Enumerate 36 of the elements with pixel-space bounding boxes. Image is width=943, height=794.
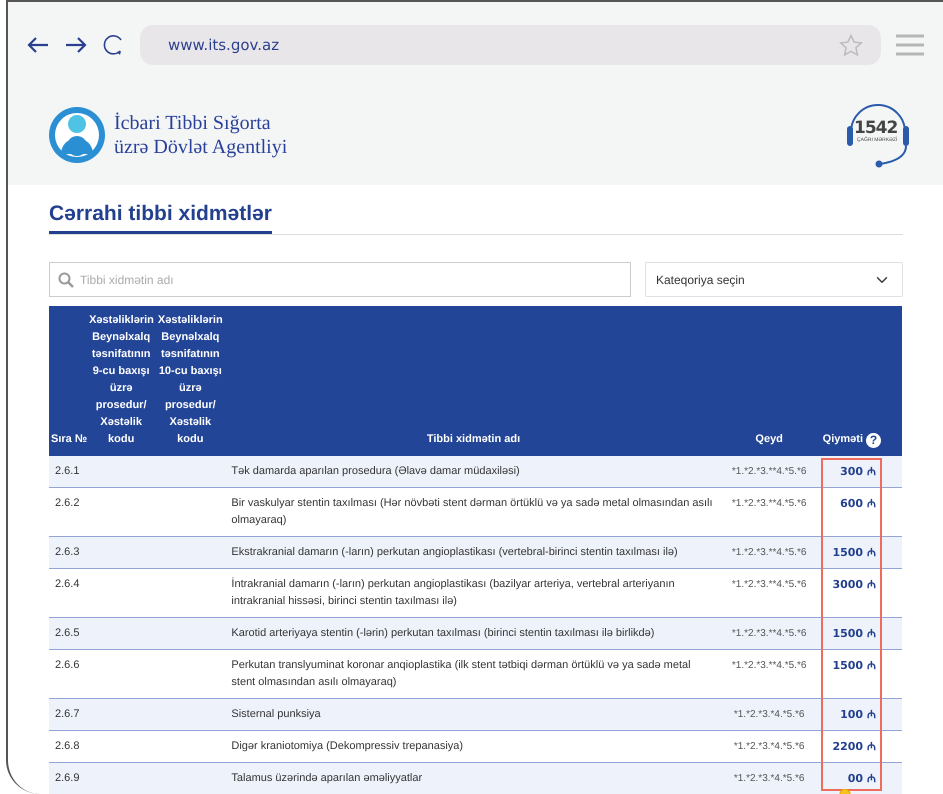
category-select[interactable]: Kateqoriya seçin (645, 262, 903, 298)
table-cell: Ekstrakranial damarın (-ların) perkutan angioplastikası (vertebral-birinci stentin taxılması ilə) (225, 536, 722, 569)
column-header: Tibbi xidmətin adı (225, 306, 722, 456)
forward-button[interactable] (64, 36, 88, 54)
column-header: Qiymәti (822, 433, 864, 446)
table-cell: 2.6.7 (49, 698, 88, 731)
search-field[interactable]: Tibbi xidmətin adı (49, 262, 631, 298)
organization-name: İcbari Tibbi Sığorta üzrə Dövlət Agentliyi (114, 111, 288, 159)
back-button[interactable] (26, 36, 50, 54)
price-cell: 1500 ₼ (816, 536, 887, 569)
column-header: Xəstəliklərin Beynəlxalq təsnifatının 9-cu baxışı üzrə prosedur/ Xəstəlik kodu (87, 306, 156, 456)
table-cell: 2.6.9 (49, 762, 88, 794)
table-cell: *1.*2.*3.*4.*5.*6 (722, 698, 817, 731)
table-cell: Sisternal punksiya (225, 698, 722, 731)
price-cell: 100 ₼ (816, 698, 887, 731)
table-cell: 2.6.3 (49, 536, 88, 569)
logo-icon (48, 106, 106, 164)
table-cell: Karotid arteriyaya stentin (-lərin) perkutan taxılması (birinci stentin taxılması ilə birlikdə) (225, 618, 722, 650)
table-cell: Talamus üzərində aparılan əməliyyatlar (225, 762, 722, 794)
table-cell: 2.6.1 (49, 456, 88, 488)
price-cell: 1500 ₼ (816, 618, 887, 650)
page-title: Cərrahi tibbi xidmətlər (49, 201, 272, 234)
help-icon[interactable]: ? (866, 433, 882, 448)
table-cell: *1.*2.*3.**4.*5.*6 (722, 536, 817, 569)
address-bar[interactable]: www.its.gov.az (140, 25, 881, 65)
column-header: Xəstəliklərin Beynəlxalq təsnifatının 10-cu baxışı üzrə prosedur/ Xəstəlik kodu (155, 306, 226, 456)
search-icon (58, 272, 74, 288)
column-header: Qeyd (722, 306, 817, 456)
table-cell: Tək damarda aparılan prosedura (Əlavə damar müdaxiləsi) (225, 456, 722, 488)
star-icon[interactable] (839, 34, 863, 56)
column-header: Sıra № (49, 306, 88, 456)
table-cell: *1.*2.*3.**4.*5.*6 (722, 618, 817, 650)
table-cell: *1.*2.*3.**4.*5.*6 (722, 456, 817, 488)
url-text: www.its.gov.az (168, 34, 280, 56)
table-cell: 2.6.5 (49, 618, 88, 650)
table-cell: *1.*2.*3.*4.*5.*6 (722, 762, 817, 794)
